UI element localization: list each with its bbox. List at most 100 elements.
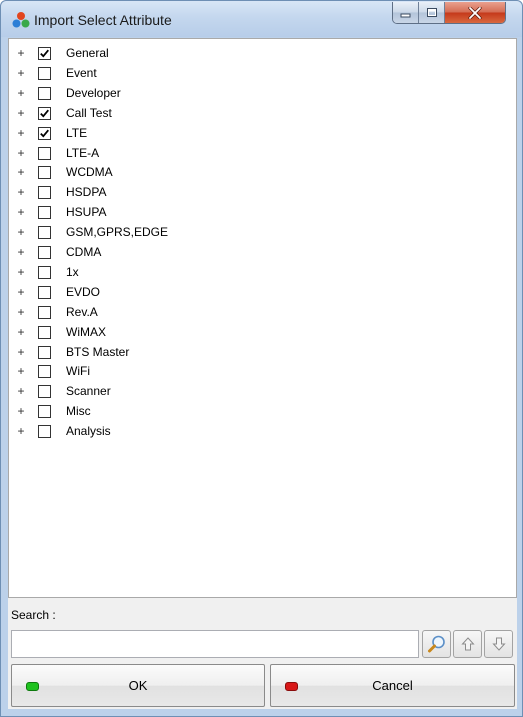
tree-item-label: 1x — [66, 264, 79, 279]
tree-item-checkbox[interactable] — [38, 246, 51, 259]
expand-icon[interactable]: + — [16, 87, 26, 99]
expand-icon[interactable]: + — [16, 226, 26, 238]
tree-item-label: Developer — [66, 85, 121, 100]
tree-item-label: LTE-A — [66, 145, 100, 160]
tree-item[interactable]: + Analysis — [9, 421, 309, 441]
expand-icon[interactable]: + — [16, 246, 26, 258]
ok-button-label: OK — [128, 678, 148, 693]
tree-item-checkbox[interactable] — [38, 285, 51, 299]
expand-icon[interactable]: + — [16, 346, 26, 358]
expand-icon[interactable]: + — [16, 166, 26, 178]
tree-item-checkbox[interactable] — [38, 126, 51, 140]
close-button[interactable] — [445, 2, 505, 23]
tree-item-checkbox[interactable] — [38, 66, 51, 80]
tree-item-checkbox[interactable] — [38, 226, 51, 240]
tree-item[interactable]: + HSUPA — [9, 202, 309, 222]
tree-item-label: General — [66, 46, 109, 60]
tree-item[interactable]: + Rev.A — [9, 302, 309, 322]
tree-item-label: Rev.A — [66, 304, 98, 319]
expand-icon[interactable]: + — [16, 365, 26, 377]
tree-item-label: Misc — [66, 404, 91, 419]
tree-item[interactable]: + General — [9, 43, 309, 63]
tree-item-label: WCDMA — [66, 165, 113, 180]
tree-item[interactable]: + HSDPA — [9, 182, 309, 202]
tree-item-checkbox[interactable] — [38, 405, 51, 419]
tree-item-checkbox[interactable] — [38, 47, 51, 60]
tree-item-label: Scanner — [66, 384, 111, 399]
tree-item-label: Event — [66, 65, 97, 80]
expand-icon[interactable]: + — [16, 47, 26, 59]
tree-item[interactable]: + WCDMA — [9, 162, 309, 182]
tree-item-checkbox[interactable] — [38, 385, 51, 399]
expand-icon[interactable]: + — [16, 67, 26, 79]
attribute-tree[interactable]: + General + Event + Developer + Call Test + LTE + L… — [8, 38, 517, 598]
arrow-down-icon — [491, 637, 506, 651]
tree-item-label: BTS Master — [66, 344, 130, 359]
tree-item-label: Call Test — [66, 105, 112, 120]
tree-item[interactable]: + EVDO — [9, 282, 309, 302]
search-button[interactable] — [422, 630, 451, 658]
expand-icon[interactable]: + — [16, 107, 26, 119]
checkmark-icon — [40, 129, 49, 138]
expand-icon[interactable]: + — [16, 326, 26, 338]
tree-item[interactable]: + BTS Master — [9, 342, 309, 362]
tree-item-label: HSDPA — [66, 185, 107, 200]
move-up-button[interactable] — [453, 630, 482, 658]
tree-item[interactable]: +1x — [9, 262, 309, 282]
close-icon — [468, 6, 482, 19]
tree-item-checkbox[interactable] — [38, 305, 51, 319]
tree-item-checkbox[interactable] — [38, 186, 51, 200]
expand-icon[interactable]: + — [16, 286, 26, 298]
cancel-button[interactable]: Cancel — [270, 664, 515, 707]
tree-item-checkbox[interactable] — [38, 206, 51, 220]
tree-item[interactable]: + Event — [9, 63, 309, 83]
search-input[interactable] — [11, 630, 419, 658]
magnifier-icon — [427, 635, 445, 653]
move-down-button[interactable] — [484, 630, 513, 658]
window-title: Import Select Attribute — [34, 12, 172, 28]
expand-icon[interactable]: + — [16, 425, 26, 437]
tree-item-checkbox[interactable] — [38, 106, 51, 120]
tree-item-label: EVDO — [66, 284, 101, 299]
tree-item-checkbox[interactable] — [38, 86, 51, 100]
tree-item[interactable]: + LTE — [9, 123, 309, 143]
checkmark-icon — [40, 49, 49, 58]
maximize-icon — [426, 8, 437, 17]
tree-item-checkbox[interactable] — [38, 345, 51, 359]
expand-icon[interactable]: + — [16, 306, 26, 318]
tree-item-checkbox[interactable] — [38, 166, 51, 180]
window-controls — [392, 2, 506, 24]
tree-item-label: Analysis — [66, 424, 111, 439]
tree-item[interactable]: + WiFi — [9, 361, 309, 381]
tree-item[interactable]: + Scanner — [9, 381, 309, 401]
minimize-button[interactable] — [393, 2, 419, 23]
maximize-button[interactable] — [419, 2, 445, 23]
tree-item[interactable]: + Misc — [9, 401, 309, 421]
tree-item-checkbox[interactable] — [38, 265, 51, 279]
tree-item-checkbox[interactable] — [38, 425, 51, 439]
tree-item-checkbox[interactable] — [38, 325, 51, 339]
tree-item-label: HSUPA — [66, 205, 107, 220]
tree-item-checkbox[interactable] — [38, 365, 51, 379]
ok-button[interactable]: OK — [11, 664, 265, 707]
tree-item-label: CDMA — [66, 245, 102, 259]
app-attribute-icon — [12, 11, 30, 29]
expand-icon[interactable]: + — [16, 147, 26, 159]
expand-icon[interactable]: + — [16, 405, 26, 417]
tree-item[interactable]: + LTE-A — [9, 143, 309, 163]
minimize-icon — [400, 13, 410, 17]
expand-icon[interactable]: + — [16, 186, 26, 198]
title-bar[interactable]: Import Select Attribute — [1, 1, 522, 37]
tree-item[interactable]: + Developer — [9, 83, 309, 103]
tree-item-checkbox[interactable] — [38, 146, 51, 160]
tree-item[interactable]: + WiMAX — [9, 322, 309, 342]
tree-item[interactable]: + CDMA — [9, 242, 309, 262]
tree-item-label: WiFi — [66, 364, 90, 379]
tree-item[interactable]: + GSM,GPRS,EDGE — [9, 222, 309, 242]
expand-icon[interactable]: + — [16, 127, 26, 139]
expand-icon[interactable]: + — [16, 266, 26, 278]
expand-icon[interactable]: + — [16, 206, 26, 218]
tree-item[interactable]: + Call Test — [9, 103, 309, 123]
expand-icon[interactable]: + — [16, 385, 26, 397]
tree-item-label: GSM,GPRS,EDGE — [66, 225, 169, 240]
